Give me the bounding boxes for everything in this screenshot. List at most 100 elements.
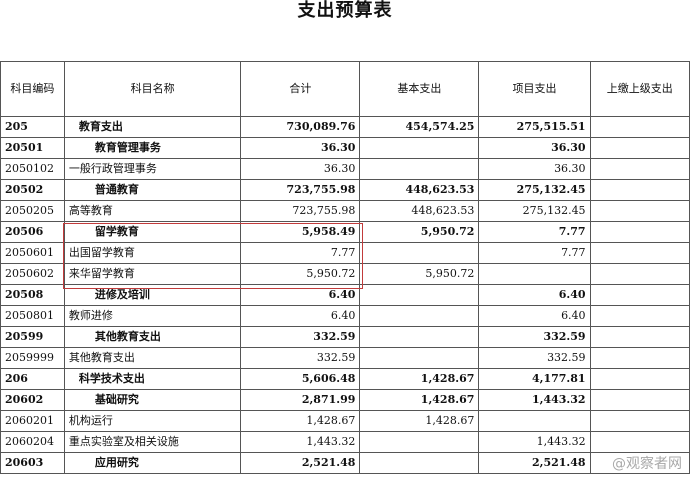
cell-basic [359, 284, 480, 306]
cell-total: 7.77 [240, 242, 361, 264]
cell-project: 36.30 [478, 158, 591, 180]
cell-remit [589, 137, 690, 159]
cell-project: 275,132.45 [478, 179, 591, 201]
cell-code: 2059999 [0, 347, 65, 369]
table-row: 2050102 一般行政管理事务 36.30 36.30 [0, 158, 690, 180]
table-row: 2050602 来华留学教育 5,950.72 5,950.72 [0, 263, 690, 285]
cell-remit [589, 389, 690, 411]
cell-code: 20506 [0, 221, 65, 243]
cell-project: 6.40 [478, 284, 591, 306]
cell-total: 332.59 [240, 347, 361, 369]
cell-basic: 1,428.67 [359, 389, 480, 411]
cell-code: 2050205 [0, 200, 65, 222]
cell-code: 206 [0, 368, 65, 390]
cell-project: 332.59 [478, 347, 591, 369]
cell-remit [589, 158, 690, 180]
cell-code: 20508 [0, 284, 65, 306]
cell-remit [589, 410, 690, 432]
cell-basic [359, 431, 480, 453]
cell-name: 留学教育 [63, 221, 242, 243]
page-title: 支出预算表 [297, 0, 393, 21]
cell-code: 20603 [0, 452, 65, 474]
table-row: 206 科学技术支出 5,606.48 1,428.67 4,177.81 [0, 368, 690, 390]
cell-remit [589, 221, 690, 243]
cell-code: 205 [0, 116, 65, 138]
cell-basic: 5,950.72 [359, 263, 480, 285]
cell-code: 2060204 [0, 431, 65, 453]
cell-remit [589, 284, 690, 306]
cell-remit [589, 116, 690, 138]
header-name: 科目名称 [63, 61, 242, 117]
table-row: 205 教育支出 730,089.76 454,574.25 275,515.51 [0, 116, 690, 138]
budget-table: 科目编码 科目名称 合计 基本支出 项目支出 上缴上级支出 205 教育支出 730… [0, 61, 690, 474]
cell-project: 1,443.32 [478, 389, 591, 411]
cell-remit [589, 263, 690, 285]
header-row: 科目编码 科目名称 合计 基本支出 项目支出 上缴上级支出 [0, 61, 690, 117]
cell-name: 机构运行 [63, 410, 242, 432]
cell-name: 其他教育支出 [63, 326, 242, 348]
table-row: 2050601 出国留学教育 7.77 7.77 [0, 242, 690, 264]
cell-code: 2050602 [0, 263, 65, 285]
cell-name: 基础研究 [63, 389, 242, 411]
cell-total: 5,950.72 [240, 263, 361, 285]
table-row: 2060204 重点实验室及相关设施 1,443.32 1,443.32 [0, 431, 690, 453]
cell-remit [589, 431, 690, 453]
cell-basic [359, 347, 480, 369]
table-body: 205 教育支出 730,089.76 454,574.25 275,515.51 205… [0, 116, 690, 474]
cell-total: 5,958.49 [240, 221, 361, 243]
cell-name: 一般行政管理事务 [63, 158, 242, 180]
cell-basic: 448,623.53 [359, 179, 480, 201]
cell-total: 723,755.98 [240, 200, 361, 222]
cell-total: 1,443.32 [240, 431, 361, 453]
header-project: 项目支出 [478, 61, 591, 117]
cell-basic: 448,623.53 [359, 200, 480, 222]
header-code: 科目编码 [0, 61, 65, 117]
table-row: 20506 留学教育 5,958.49 5,950.72 7.77 [0, 221, 690, 243]
cell-project: 7.77 [478, 242, 591, 264]
cell-basic [359, 452, 480, 474]
cell-name: 重点实验室及相关设施 [63, 431, 242, 453]
cell-name: 教师进修 [63, 305, 242, 327]
cell-code: 2050102 [0, 158, 65, 180]
table-row: 20602 基础研究 2,871.99 1,428.67 1,443.32 [0, 389, 690, 411]
cell-total: 6.40 [240, 284, 361, 306]
cell-project [478, 263, 591, 285]
cell-basic [359, 158, 480, 180]
cell-name: 其他教育支出 [63, 347, 242, 369]
cell-basic: 1,428.67 [359, 368, 480, 390]
table-row: 20502 普通教育 723,755.98 448,623.53 275,132.45 [0, 179, 690, 201]
cell-project [478, 410, 591, 432]
cell-remit [589, 326, 690, 348]
cell-code: 2050801 [0, 305, 65, 327]
cell-total: 730,089.76 [240, 116, 361, 138]
header-remit: 上缴上级支出 [589, 61, 690, 117]
cell-project: 275,515.51 [478, 116, 591, 138]
cell-total: 723,755.98 [240, 179, 361, 201]
cell-name: 教育管理事务 [63, 137, 242, 159]
cell-basic: 454,574.25 [359, 116, 480, 138]
cell-remit [589, 368, 690, 390]
cell-name: 来华留学教育 [63, 263, 242, 285]
table-row: 20501 教育管理事务 36.30 36.30 [0, 137, 690, 159]
cell-basic: 5,950.72 [359, 221, 480, 243]
table-row: 20508 进修及培训 6.40 6.40 [0, 284, 690, 306]
cell-name: 进修及培训 [63, 284, 242, 306]
cell-total: 36.30 [240, 137, 361, 159]
table-row: 2060201 机构运行 1,428.67 1,428.67 [0, 410, 690, 432]
cell-remit [589, 242, 690, 264]
table-row: 2050801 教师进修 6.40 6.40 [0, 305, 690, 327]
cell-project: 332.59 [478, 326, 591, 348]
cell-code: 20502 [0, 179, 65, 201]
cell-project: 2,521.48 [478, 452, 591, 474]
cell-name: 普通教育 [63, 179, 242, 201]
cell-basic [359, 137, 480, 159]
cell-project: 1,443.32 [478, 431, 591, 453]
cell-code: 20599 [0, 326, 65, 348]
cell-total: 36.30 [240, 158, 361, 180]
table-row: 20599 其他教育支出 332.59 332.59 [0, 326, 690, 348]
cell-name: 出国留学教育 [63, 242, 242, 264]
cell-basic [359, 305, 480, 327]
header-basic: 基本支出 [359, 61, 480, 117]
cell-project: 275,132.45 [478, 200, 591, 222]
cell-basic [359, 242, 480, 264]
